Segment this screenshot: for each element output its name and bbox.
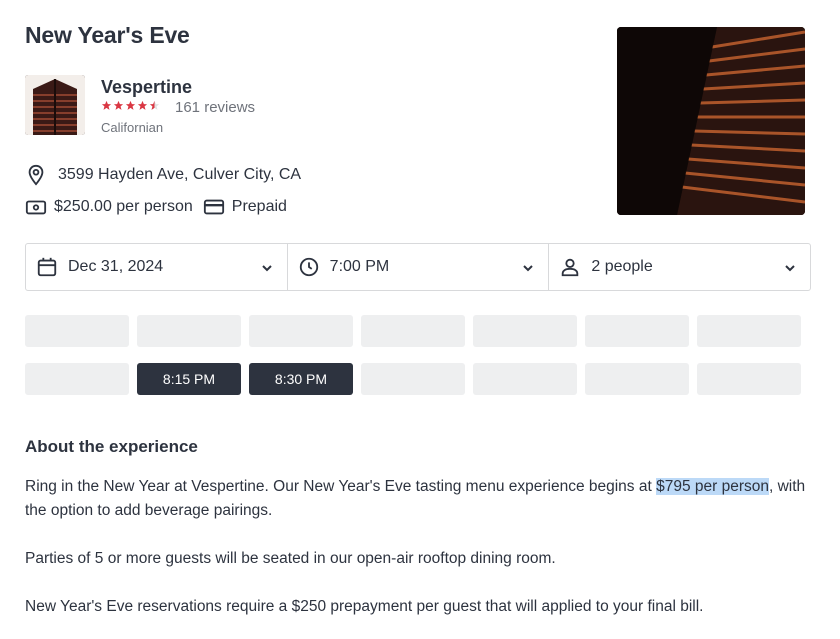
time-slot-button[interactable]: 8:30 PM: [249, 363, 353, 395]
party-value: 2 people: [591, 258, 653, 275]
time-slots-row-2: 8:15 PM 8:30 PM: [25, 363, 801, 395]
time-slot-unavailable: [25, 363, 129, 395]
rating-stars: [101, 100, 160, 111]
time-picker[interactable]: 7:00 PM: [286, 244, 549, 290]
time-slot-unavailable: [361, 363, 465, 395]
about-paragraph-3: New Year's Eve reservations require a $2…: [25, 598, 704, 615]
location-pin-icon: [28, 164, 44, 186]
address-text[interactable]: 3599 Hayden Ave, Culver City, CA: [58, 166, 301, 184]
price-text: $250.00 per person: [54, 198, 193, 215]
cuisine-label: Californian: [101, 120, 164, 135]
reservation-pickers: Dec 31, 2024 7:00 PM 2 people: [25, 243, 811, 291]
time-slot-unavailable: [473, 363, 577, 395]
page-title: New Year's Eve: [25, 22, 190, 48]
chevron-down-icon: [785, 265, 795, 272]
star-icon: [125, 100, 136, 110]
highlighted-price: $795 per person: [656, 478, 769, 495]
time-slot-unavailable: [249, 315, 353, 347]
restaurant-name[interactable]: Vespertine: [101, 77, 192, 98]
time-slot-unavailable: [473, 315, 577, 347]
date-picker[interactable]: Dec 31, 2024: [26, 244, 287, 290]
chevron-down-icon: [261, 265, 272, 272]
payment-text: Prepaid: [231, 198, 287, 215]
person-icon: [562, 258, 579, 277]
review-count[interactable]: 161 reviews: [175, 99, 255, 116]
about-paragraph-2: Parties of 5 or more guests will be seat…: [25, 550, 556, 567]
party-size-picker[interactable]: 2 people: [548, 244, 810, 290]
time-value: 7:00 PM: [329, 258, 390, 275]
restaurant-photo-icon: [25, 75, 85, 135]
star-icon: [137, 100, 148, 110]
about-paragraph-1: Ring in the New Year at Vespertine. Our …: [25, 475, 815, 523]
time-slot-button[interactable]: 8:15 PM: [137, 363, 241, 395]
star-icon: [101, 100, 112, 110]
time-slots-row-1: [25, 315, 801, 347]
star-icon: [113, 100, 124, 110]
time-slot-unavailable: [25, 315, 129, 347]
time-slot-unavailable: [361, 315, 465, 347]
half-star-icon: [149, 100, 160, 110]
about-heading: About the experience: [25, 437, 198, 456]
time-slot-unavailable: [585, 315, 689, 347]
time-slot-unavailable: [697, 363, 801, 395]
time-slot-unavailable: [697, 315, 801, 347]
building-photo-icon: [617, 27, 805, 215]
about-text: Ring in the New Year at Vespertine. Our …: [25, 478, 657, 495]
cash-icon: [25, 200, 47, 215]
clock-icon: [299, 257, 318, 277]
chevron-down-icon: [523, 265, 534, 272]
calendar-icon: [37, 257, 57, 277]
address-row: 3599 Hayden Ave, Culver City, CA: [25, 164, 301, 186]
credit-card-icon: [203, 199, 224, 215]
time-slot-unavailable: [137, 315, 241, 347]
price-row: $250.00 per person Prepaid: [25, 196, 287, 218]
restaurant-thumbnail[interactable]: [25, 75, 85, 135]
date-value: Dec 31, 2024: [68, 258, 164, 275]
time-slot-unavailable: [585, 363, 689, 395]
hero-image: [617, 27, 805, 215]
